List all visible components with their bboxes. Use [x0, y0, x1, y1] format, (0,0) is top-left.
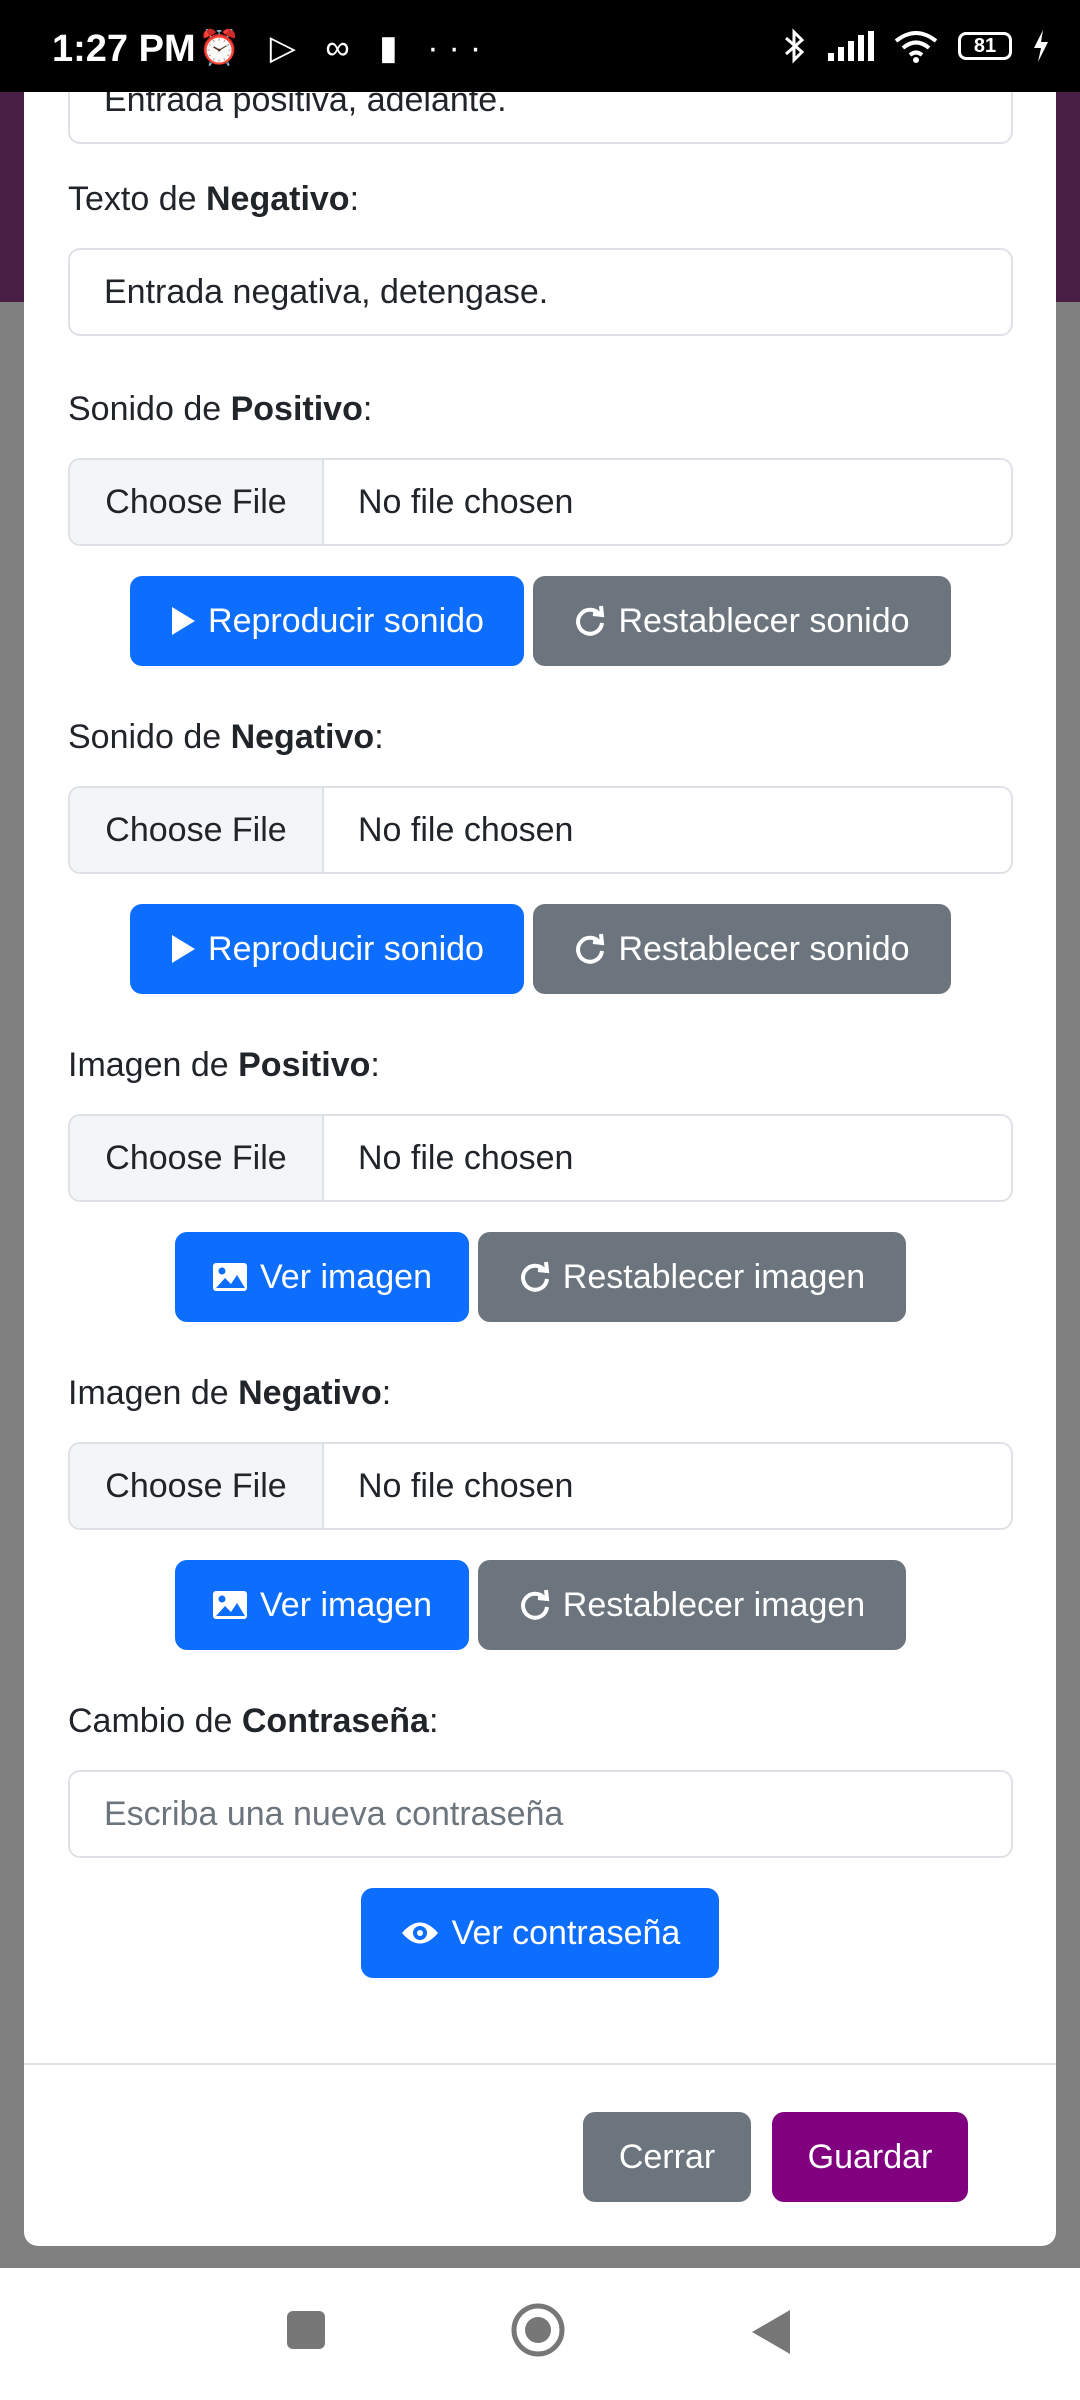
password-placeholder: Escriba una nueva contraseña: [104, 1794, 564, 1833]
view-password-button[interactable]: Ver contraseña: [361, 1888, 719, 1978]
battery-icon: 81: [958, 32, 1012, 60]
close-button[interactable]: Cerrar: [583, 2112, 751, 2202]
view-image-positivo-button[interactable]: Ver imagen: [175, 1232, 469, 1322]
modal-footer-divider: [24, 2063, 1056, 2065]
imagen-negativo-file-input[interactable]: Choose File No file chosen: [68, 1442, 1013, 1530]
reset-icon: [520, 1589, 550, 1620]
file-status: No file chosen: [358, 810, 574, 849]
sonido-negativo-file-input[interactable]: Choose File No file chosen: [68, 786, 1013, 874]
file-status: No file chosen: [358, 1138, 574, 1177]
eye-icon: [401, 1922, 438, 1944]
play-icon: [172, 607, 196, 635]
reset-label: Restablecer imagen: [562, 1585, 866, 1624]
choose-file-button[interactable]: Choose File: [70, 1444, 324, 1528]
charging-icon: [1034, 30, 1048, 62]
bluetooth-icon: [785, 28, 805, 64]
image-icon: [213, 1591, 247, 1619]
reset-sound-positivo-button[interactable]: Restablecer sonido: [533, 576, 951, 666]
save-label: Guardar: [807, 2137, 933, 2176]
reset-image-negativo-button[interactable]: Restablecer imagen: [478, 1560, 906, 1650]
sonido-positivo-label: Sonido de Positivo:: [68, 390, 373, 428]
file-status: No file chosen: [358, 482, 574, 521]
choose-file-button[interactable]: Choose File: [70, 1116, 324, 1200]
play-sound-negativo-button[interactable]: Reproducir sonido: [130, 904, 524, 994]
sonido-positivo-file-input[interactable]: Choose File No file chosen: [68, 458, 1013, 546]
play-label: Reproducir sonido: [208, 929, 484, 968]
imagen-negativo-label: Imagen de Negativo:: [68, 1374, 392, 1412]
new-password-input[interactable]: Escriba una nueva contraseña: [68, 1770, 1013, 1858]
android-nav-bar: [0, 2268, 1080, 2400]
battery-level: 81: [973, 34, 997, 57]
texto-negativo-label: Texto de Negativo:: [68, 180, 360, 218]
sonido-negativo-label: Sonido de Negativo:: [68, 718, 384, 756]
play-icon: [172, 935, 196, 963]
imagen-positivo-label: Imagen de Positivo:: [68, 1046, 380, 1084]
reset-image-positivo-button[interactable]: Restablecer imagen: [478, 1232, 906, 1322]
square-nav-icon[interactable]: [286, 2308, 326, 2352]
view-label: Ver imagen: [260, 1585, 432, 1624]
status-bar: 1:27 PM ⏰ ▷ ∞ ▮ ··· 81: [0, 0, 1080, 92]
wifi-icon: [894, 31, 938, 63]
save-button[interactable]: Guardar: [772, 2112, 968, 2202]
play-label: Reproducir sonido: [208, 601, 484, 640]
reset-label: Restablecer imagen: [562, 1257, 866, 1296]
notification-icons: ⏰ ▷ ∞ ▮ ···: [198, 29, 492, 67]
reset-label: Restablecer sonido: [618, 929, 910, 968]
home-nav-icon[interactable]: [510, 2302, 566, 2358]
close-label: Cerrar: [618, 2137, 716, 2176]
password-label: Cambio de Contraseña:: [68, 1702, 439, 1740]
signal-icon: [828, 31, 874, 61]
status-time: 1:27 PM: [52, 28, 196, 70]
choose-file-button[interactable]: Choose File: [70, 788, 324, 872]
texto-positivo-input[interactable]: Entrada positiva, adelante.: [68, 92, 1013, 144]
reset-sound-negativo-button[interactable]: Restablecer sonido: [533, 904, 951, 994]
reset-icon: [520, 1261, 550, 1292]
reset-icon: [576, 605, 605, 636]
choose-file-button[interactable]: Choose File: [70, 460, 324, 544]
view-label: Ver imagen: [260, 1257, 432, 1296]
settings-modal: Entrada positiva, adelante. Texto de Neg…: [24, 92, 1056, 2246]
image-icon: [213, 1263, 247, 1291]
reset-icon: [576, 933, 605, 964]
back-nav-icon[interactable]: [750, 2308, 792, 2356]
file-status: No file chosen: [358, 1466, 574, 1505]
view-image-negativo-button[interactable]: Ver imagen: [175, 1560, 469, 1650]
play-sound-positivo-button[interactable]: Reproducir sonido: [130, 576, 524, 666]
texto-negativo-input[interactable]: Entrada negativa, detengase.: [68, 248, 1013, 336]
reset-label: Restablecer sonido: [618, 601, 910, 640]
imagen-positivo-file-input[interactable]: Choose File No file chosen: [68, 1114, 1013, 1202]
texto-negativo-value: Entrada negativa, detengase.: [104, 272, 549, 311]
texto-positivo-value: Entrada positiva, adelante.: [104, 92, 507, 119]
view-password-label: Ver contraseña: [451, 1913, 681, 1952]
system-icons: 81: [780, 26, 1050, 66]
